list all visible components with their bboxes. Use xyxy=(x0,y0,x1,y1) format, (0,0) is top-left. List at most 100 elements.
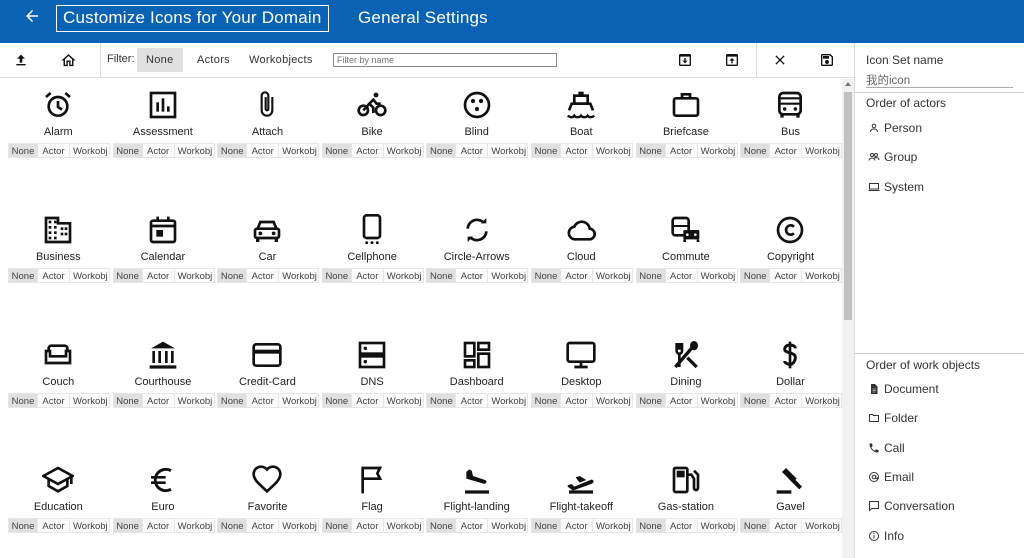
boat-option-none[interactable]: None xyxy=(531,143,561,158)
courthouse-option-none[interactable]: None xyxy=(112,393,143,408)
close-icon[interactable] xyxy=(771,51,789,69)
cloud-option-actor[interactable]: Actor xyxy=(561,268,593,283)
euro-option-actor[interactable]: Actor xyxy=(142,518,175,533)
alarm-option-none[interactable]: None xyxy=(8,143,38,158)
save-icon[interactable] xyxy=(818,51,836,69)
education-option-none[interactable]: None xyxy=(8,518,38,533)
business-option-none[interactable]: None xyxy=(8,268,38,283)
credit-card-option-actor[interactable]: Actor xyxy=(247,393,280,408)
dashboard-option-none[interactable]: None xyxy=(426,393,457,408)
bike-option-actor[interactable]: Actor xyxy=(351,143,384,158)
attach-option-none[interactable]: None xyxy=(217,143,248,158)
gavel-option-none[interactable]: None xyxy=(740,518,771,533)
alarm-option-actor[interactable]: Actor xyxy=(38,143,70,158)
boat-option-actor[interactable]: Actor xyxy=(561,143,593,158)
dashboard-option-actor[interactable]: Actor xyxy=(456,393,489,408)
favorite-option-workobj[interactable]: Workobj xyxy=(279,518,320,533)
scrollbar[interactable] xyxy=(842,79,854,558)
home-icon[interactable] xyxy=(59,51,77,69)
upload-box-icon[interactable] xyxy=(723,51,741,69)
workobject-item-document[interactable]: Document xyxy=(867,381,939,397)
bus-option-actor[interactable]: Actor xyxy=(770,143,803,158)
general-settings-tab[interactable]: General Settings xyxy=(358,5,488,32)
circle-arrows-option-actor[interactable]: Actor xyxy=(456,268,489,283)
workobject-item-conversation[interactable]: Conversation xyxy=(867,498,955,514)
dashboard-option-workobj[interactable]: Workobj xyxy=(488,393,529,408)
commute-option-workobj[interactable]: Workobj xyxy=(697,268,738,283)
business-option-workobj[interactable]: Workobj xyxy=(70,268,110,283)
filter-actors-button[interactable]: Actors xyxy=(188,48,239,72)
education-option-workobj[interactable]: Workobj xyxy=(70,518,110,533)
cellphone-option-actor[interactable]: Actor xyxy=(351,268,384,283)
commute-option-none[interactable]: None xyxy=(635,268,666,283)
briefcase-option-workobj[interactable]: Workobj xyxy=(697,143,738,158)
business-option-actor[interactable]: Actor xyxy=(38,268,70,283)
couch-option-actor[interactable]: Actor xyxy=(38,393,70,408)
dollar-option-none[interactable]: None xyxy=(740,393,771,408)
alarm-option-workobj[interactable]: Workobj xyxy=(70,143,110,158)
favorite-option-actor[interactable]: Actor xyxy=(247,518,280,533)
flag-option-none[interactable]: None xyxy=(321,518,352,533)
flag-option-workobj[interactable]: Workobj xyxy=(383,518,424,533)
dining-option-actor[interactable]: Actor xyxy=(665,393,698,408)
calendar-option-none[interactable]: None xyxy=(112,268,143,283)
copyright-option-workobj[interactable]: Workobj xyxy=(802,268,843,283)
desktop-option-workobj[interactable]: Workobj xyxy=(593,393,633,408)
scrollbar-thumb[interactable] xyxy=(844,92,852,320)
flag-option-actor[interactable]: Actor xyxy=(351,518,384,533)
favorite-option-none[interactable]: None xyxy=(217,518,248,533)
workobject-item-folder[interactable]: Folder xyxy=(867,410,918,426)
blind-option-none[interactable]: None xyxy=(426,143,457,158)
workobject-item-email[interactable]: Email xyxy=(867,469,914,485)
assessment-option-none[interactable]: None xyxy=(112,143,143,158)
flight-landing-option-actor[interactable]: Actor xyxy=(456,518,489,533)
car-option-workobj[interactable]: Workobj xyxy=(279,268,320,283)
credit-card-option-workobj[interactable]: Workobj xyxy=(279,393,320,408)
credit-card-option-none[interactable]: None xyxy=(217,393,248,408)
scroll-up-arrow-icon[interactable] xyxy=(845,82,851,86)
car-option-none[interactable]: None xyxy=(217,268,248,283)
gavel-option-actor[interactable]: Actor xyxy=(770,518,803,533)
education-option-actor[interactable]: Actor xyxy=(38,518,70,533)
bike-option-workobj[interactable]: Workobj xyxy=(383,143,424,158)
flight-landing-option-none[interactable]: None xyxy=(426,518,457,533)
actor-item-person[interactable]: Person xyxy=(867,120,922,136)
flight-takeoff-option-actor[interactable]: Actor xyxy=(561,518,593,533)
actor-item-system[interactable]: System xyxy=(867,179,924,195)
copyright-option-actor[interactable]: Actor xyxy=(770,268,803,283)
blind-option-workobj[interactable]: Workobj xyxy=(488,143,529,158)
calendar-option-workobj[interactable]: Workobj xyxy=(174,268,215,283)
flight-takeoff-option-workobj[interactable]: Workobj xyxy=(593,518,633,533)
briefcase-option-actor[interactable]: Actor xyxy=(665,143,698,158)
dns-option-actor[interactable]: Actor xyxy=(351,393,384,408)
gas-station-option-actor[interactable]: Actor xyxy=(665,518,698,533)
assessment-option-actor[interactable]: Actor xyxy=(142,143,175,158)
bus-option-none[interactable]: None xyxy=(740,143,771,158)
dollar-option-workobj[interactable]: Workobj xyxy=(802,393,843,408)
import-box-icon[interactable] xyxy=(676,51,694,69)
workobject-item-info[interactable]: Info xyxy=(867,528,904,544)
boat-option-workobj[interactable]: Workobj xyxy=(593,143,633,158)
bus-option-workobj[interactable]: Workobj xyxy=(802,143,843,158)
desktop-option-actor[interactable]: Actor xyxy=(561,393,593,408)
courthouse-option-actor[interactable]: Actor xyxy=(142,393,175,408)
dollar-option-actor[interactable]: Actor xyxy=(770,393,803,408)
back-arrow-icon[interactable] xyxy=(22,6,42,26)
euro-option-workobj[interactable]: Workobj xyxy=(174,518,215,533)
gavel-option-workobj[interactable]: Workobj xyxy=(802,518,843,533)
calendar-option-actor[interactable]: Actor xyxy=(142,268,175,283)
courthouse-option-workobj[interactable]: Workobj xyxy=(174,393,215,408)
briefcase-option-none[interactable]: None xyxy=(635,143,666,158)
dns-option-none[interactable]: None xyxy=(321,393,352,408)
workobject-item-call[interactable]: Call xyxy=(867,440,905,456)
bike-option-none[interactable]: None xyxy=(321,143,352,158)
cellphone-option-none[interactable]: None xyxy=(321,268,352,283)
cloud-option-none[interactable]: None xyxy=(531,268,561,283)
car-option-actor[interactable]: Actor xyxy=(247,268,280,283)
flight-takeoff-option-none[interactable]: None xyxy=(531,518,561,533)
euro-option-none[interactable]: None xyxy=(112,518,143,533)
cloud-option-workobj[interactable]: Workobj xyxy=(593,268,633,283)
copyright-option-none[interactable]: None xyxy=(740,268,771,283)
filter-none-button[interactable]: None xyxy=(137,48,183,72)
filter-by-name-input[interactable] xyxy=(333,53,557,67)
